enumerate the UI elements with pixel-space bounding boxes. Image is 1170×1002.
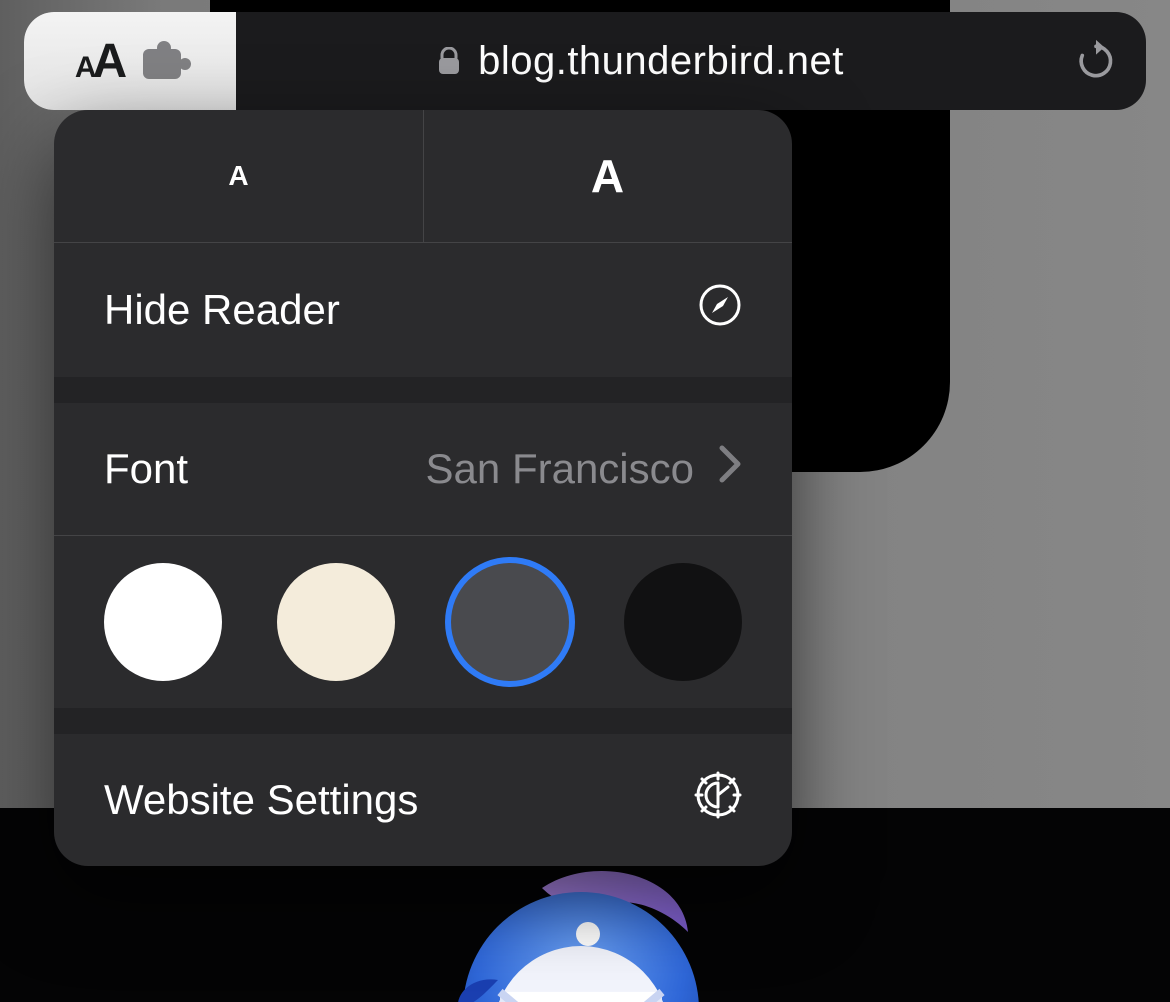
text-size-row: A A: [54, 110, 792, 242]
increase-text-size-button[interactable]: A: [423, 110, 792, 242]
vertical-divider: [423, 110, 424, 242]
url-bar: AA blog.thunderbird.net: [24, 12, 1146, 110]
extension-icon: [143, 43, 185, 79]
small-a-label: A: [228, 160, 248, 192]
theme-swatch-black[interactable]: [624, 563, 742, 681]
gear-icon: [694, 771, 742, 829]
font-label: Font: [104, 445, 188, 493]
url-domain: blog.thunderbird.net: [478, 39, 844, 84]
chevron-right-icon: [718, 444, 742, 494]
hide-reader-button[interactable]: Hide Reader: [54, 243, 792, 377]
theme-row: [54, 536, 792, 708]
theme-swatch-sepia[interactable]: [277, 563, 395, 681]
address-field[interactable]: blog.thunderbird.net: [236, 39, 1046, 84]
font-picker-button[interactable]: Font San Francisco: [54, 403, 792, 535]
reader-popover: A A Hide Reader Font San Francisco: [54, 110, 792, 866]
section-gap: [54, 377, 792, 403]
website-settings-button[interactable]: Website Settings: [54, 734, 792, 866]
theme-swatch-white[interactable]: [104, 563, 222, 681]
lock-icon: [438, 47, 460, 75]
large-a-label: A: [591, 149, 624, 203]
font-value: San Francisco: [426, 445, 694, 493]
compass-icon: [698, 283, 742, 337]
reader-format-button[interactable]: AA: [24, 12, 236, 110]
section-gap: [54, 708, 792, 734]
reload-button[interactable]: [1046, 12, 1146, 110]
decrease-text-size-button[interactable]: A: [54, 110, 423, 242]
theme-swatch-gray[interactable]: [451, 563, 569, 681]
hide-reader-label: Hide Reader: [104, 286, 340, 334]
thunderbird-logo: [452, 862, 710, 1002]
website-settings-label: Website Settings: [104, 776, 418, 824]
text-size-icon: AA: [75, 34, 125, 89]
